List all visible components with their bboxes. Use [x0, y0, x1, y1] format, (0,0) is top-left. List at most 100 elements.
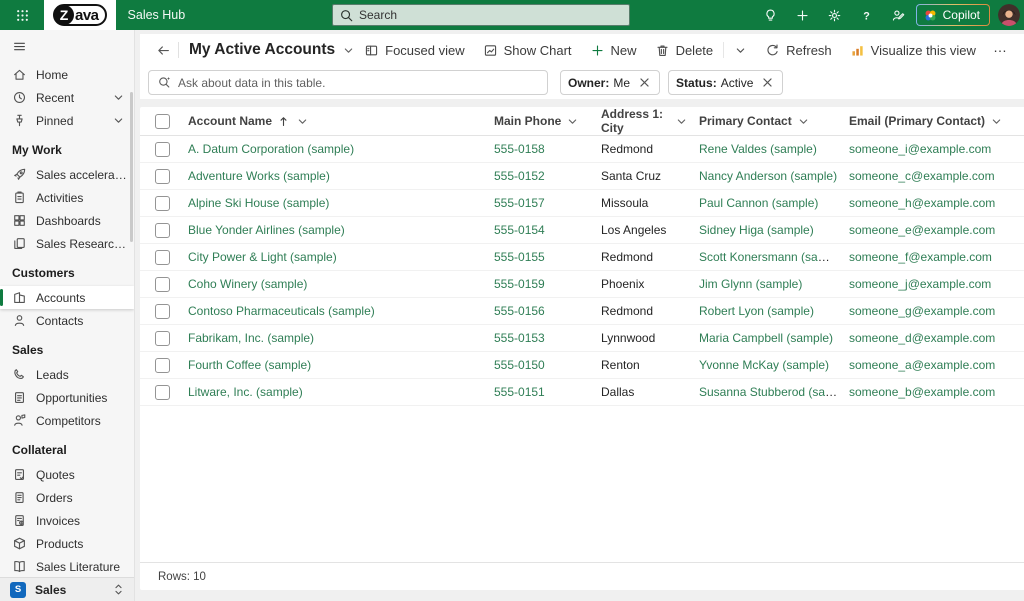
sidebar-item-contacts[interactable]: Contacts: [0, 309, 134, 332]
row-checkbox[interactable]: [155, 142, 170, 157]
primary-contact-link[interactable]: Rene Valdes (sample): [699, 142, 817, 156]
table-row[interactable]: A. Datum Corporation (sample)555-0158Red…: [140, 136, 1024, 163]
filter-chip[interactable]: Owner:Me: [560, 70, 660, 95]
email-link[interactable]: someone_i@example.com: [849, 142, 991, 156]
refresh-button[interactable]: Refresh: [757, 37, 840, 63]
account-name-link[interactable]: City Power & Light (sample): [188, 250, 337, 264]
sidebar-item-accounts[interactable]: Accounts: [0, 286, 134, 309]
row-checkbox[interactable]: [155, 250, 170, 265]
account-name-link[interactable]: Contoso Pharmaceuticals (sample): [188, 304, 375, 318]
primary-contact-link[interactable]: Jim Glynn (sample): [699, 277, 802, 291]
account-name-link[interactable]: Fourth Coffee (sample): [188, 358, 311, 372]
table-row[interactable]: Alpine Ski House (sample)555-0157Missoul…: [140, 190, 1024, 217]
global-search-input[interactable]: [359, 8, 623, 22]
feedback-button[interactable]: [884, 0, 914, 30]
sidebar-item-recent[interactable]: Recent: [0, 86, 134, 109]
account-name-link[interactable]: Fabrikam, Inc. (sample): [188, 331, 314, 345]
account-name-link[interactable]: Coho Winery (sample): [188, 277, 307, 291]
sidebar-item-leads[interactable]: Leads: [0, 363, 134, 386]
user-avatar[interactable]: [998, 4, 1020, 26]
email-link[interactable]: someone_f@example.com: [849, 250, 992, 264]
delete-split-chevron-button[interactable]: [726, 37, 755, 63]
sidebar-item-quotes[interactable]: Quotes: [0, 463, 134, 486]
phone-link[interactable]: 555-0154: [494, 223, 545, 237]
help-button[interactable]: ?: [852, 0, 882, 30]
email-link[interactable]: someone_h@example.com: [849, 196, 995, 210]
new-button[interactable]: New: [582, 37, 645, 63]
email-link[interactable]: someone_c@example.com: [849, 169, 995, 183]
account-name-link[interactable]: Alpine Ski House (sample): [188, 196, 329, 210]
email-link[interactable]: someone_d@example.com: [849, 331, 995, 345]
sidebar-item-sales-accelerator[interactable]: Sales accelerator: [0, 163, 134, 186]
sidebar-item-pinned[interactable]: Pinned: [0, 109, 134, 132]
quick-create-button[interactable]: [788, 0, 818, 30]
sidebar-scrollbar[interactable]: [130, 92, 133, 242]
primary-contact-link[interactable]: Sidney Higa (sample): [699, 223, 814, 237]
close-icon[interactable]: [637, 75, 652, 90]
close-icon[interactable]: [760, 75, 775, 90]
column-header[interactable]: Account Name: [184, 114, 490, 129]
table-row[interactable]: Adventure Works (sample)555-0152Santa Cr…: [140, 163, 1024, 190]
column-header[interactable]: Primary Contact: [695, 114, 845, 129]
account-name-link[interactable]: Adventure Works (sample): [188, 169, 330, 183]
email-link[interactable]: someone_b@example.com: [849, 385, 995, 399]
account-name-link[interactable]: A. Datum Corporation (sample): [188, 142, 354, 156]
row-checkbox[interactable]: [155, 169, 170, 184]
phone-link[interactable]: 555-0155: [494, 250, 545, 264]
table-row[interactable]: Coho Winery (sample)555-0159PhoenixJim G…: [140, 271, 1024, 298]
row-checkbox[interactable]: [155, 331, 170, 346]
sidebar-item-orders[interactable]: Orders: [0, 486, 134, 509]
sidebar-item-sales-literature[interactable]: Sales Literature: [0, 555, 134, 577]
email-link[interactable]: someone_g@example.com: [849, 304, 995, 318]
back-button[interactable]: [150, 37, 176, 63]
column-header[interactable]: Email (Primary Contact): [845, 114, 1024, 129]
phone-link[interactable]: 555-0152: [494, 169, 545, 183]
table-row[interactable]: Litware, Inc. (sample)555-0151DallasSusa…: [140, 379, 1024, 406]
sidebar-item-sales-research-ag[interactable]: Sales Research Ag…: [0, 232, 134, 255]
primary-contact-link[interactable]: Nancy Anderson (sample): [699, 169, 837, 183]
primary-contact-link[interactable]: Robert Lyon (sample): [699, 304, 814, 318]
email-link[interactable]: someone_j@example.com: [849, 277, 991, 291]
phone-link[interactable]: 555-0153: [494, 331, 545, 345]
email-link[interactable]: someone_a@example.com: [849, 358, 995, 372]
sidebar-item-invoices[interactable]: Invoices: [0, 509, 134, 532]
primary-contact-link[interactable]: Paul Cannon (sample): [699, 196, 818, 210]
more-commands-button[interactable]: …: [986, 37, 1015, 63]
show-chart-button[interactable]: Show Chart: [475, 37, 580, 63]
sidebar-item-home[interactable]: Home: [0, 63, 134, 86]
primary-contact-link[interactable]: Scott Konersmann (sample): [699, 250, 845, 264]
column-header[interactable]: Address 1: City: [597, 107, 695, 135]
phone-link[interactable]: 555-0159: [494, 277, 545, 291]
table-row[interactable]: Contoso Pharmaceuticals (sample) 555-0156…: [140, 298, 1024, 325]
ask-data-input[interactable]: [178, 76, 539, 90]
row-checkbox[interactable]: [155, 358, 170, 373]
select-all-checkbox[interactable]: [155, 114, 170, 129]
row-checkbox[interactable]: [155, 304, 170, 319]
global-search[interactable]: [332, 4, 630, 26]
sidebar-item-products[interactable]: Products: [0, 532, 134, 555]
account-name-link[interactable]: Litware, Inc. (sample): [188, 385, 303, 399]
phone-link[interactable]: 555-0156: [494, 304, 545, 318]
sidebar-item-dashboards[interactable]: Dashboards: [0, 209, 134, 232]
column-header[interactable]: Main Phone: [490, 114, 597, 129]
row-checkbox[interactable]: [155, 277, 170, 292]
phone-link[interactable]: 555-0158: [494, 142, 545, 156]
row-checkbox[interactable]: [155, 223, 170, 238]
primary-contact-link[interactable]: Susanna Stubberod (sample): [699, 385, 845, 399]
account-name-link[interactable]: Blue Yonder Airlines (sample): [188, 223, 345, 237]
phone-link[interactable]: 555-0150: [494, 358, 545, 372]
area-switcher[interactable]: S Sales: [0, 577, 134, 601]
view-selector-chevron-icon[interactable]: [341, 43, 356, 58]
ask-data-box[interactable]: [148, 70, 548, 95]
email-link[interactable]: someone_e@example.com: [849, 223, 995, 237]
delete-button[interactable]: Delete: [647, 37, 722, 63]
table-row[interactable]: Fourth Coffee (sample)555-0150RentonYvon…: [140, 352, 1024, 379]
table-row[interactable]: Blue Yonder Airlines (sample)555-0154Los…: [140, 217, 1024, 244]
settings-button[interactable]: [820, 0, 850, 30]
sidebar-item-opportunities[interactable]: Opportunities: [0, 386, 134, 409]
row-checkbox[interactable]: [155, 196, 170, 211]
collapse-sidebar-button[interactable]: [0, 30, 134, 61]
app-launcher-button[interactable]: [0, 0, 44, 30]
row-checkbox[interactable]: [155, 385, 170, 400]
primary-contact-link[interactable]: Yvonne McKay (sample): [699, 358, 829, 372]
